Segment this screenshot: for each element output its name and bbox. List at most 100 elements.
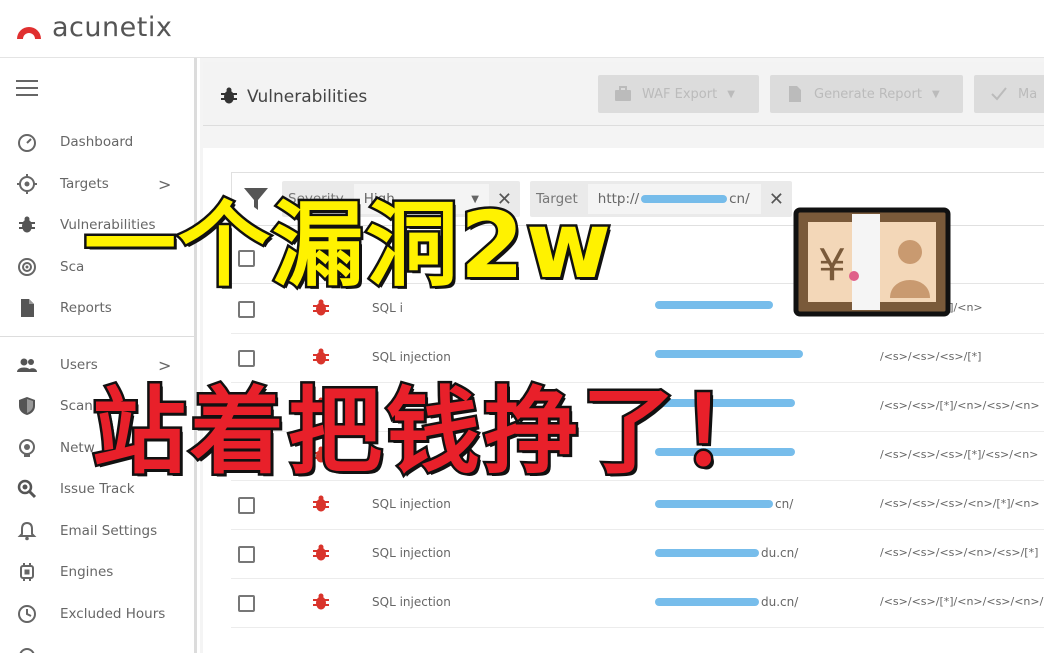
close-icon[interactable]: ✕ — [769, 189, 784, 210]
waf-export-button[interactable]: WAF Export ▼ — [598, 75, 759, 113]
clock-icon — [16, 603, 38, 625]
row-checkbox[interactable] — [238, 448, 255, 465]
sidebar-item-users[interactable]: Users > — [0, 345, 194, 385]
sidebar-divider — [0, 336, 194, 337]
row-checkbox[interactable] — [238, 301, 255, 318]
caret-down-icon: ▼ — [727, 88, 735, 100]
sidebar-item-engines[interactable]: Engines — [0, 552, 194, 592]
network-icon — [16, 437, 38, 459]
vulnerability-path: /<s>/<s>/<s>/<n>/[*]/<n> — [880, 497, 1040, 510]
vulnerability-name: SQL i — [372, 301, 403, 315]
sidebar-item-issue-trackers[interactable]: Issue Track — [0, 469, 194, 509]
table-row[interactable]: /<s>/<s>/<s>/[*]/<s>/<n> — [231, 432, 1044, 481]
vulnerability-name: SQL injection — [372, 350, 451, 364]
bug-icon — [313, 495, 329, 512]
row-checkbox[interactable] — [238, 350, 255, 367]
redaction-bar — [655, 549, 759, 557]
vulnerability-name: SQL injection — [372, 546, 451, 560]
sidebar-item-reports[interactable]: Reports — [0, 288, 194, 328]
row-checkbox[interactable] — [238, 399, 255, 416]
row-checkbox[interactable] — [238, 595, 255, 612]
target-filter-chip[interactable]: Target http:// cn/ ✕ — [530, 181, 792, 217]
vulnerability-path: /<s>/<s>/<s>/[*] — [880, 350, 982, 363]
row-checkbox[interactable] — [238, 497, 255, 514]
bug-icon — [313, 544, 329, 561]
vulnerability-name: SQL injection — [372, 595, 451, 609]
money-banknote-icon: ¥ — [793, 207, 951, 317]
redaction-bar — [655, 350, 803, 358]
shield-icon — [16, 395, 38, 417]
sidebar-item-vulnerabilities[interactable]: Vulnerabilities — [0, 205, 194, 245]
vulnerability-url: du.cn/ — [655, 546, 798, 560]
sidebar-item-targets[interactable]: Targets > — [0, 164, 194, 204]
top-bar: acunetix — [0, 0, 1044, 58]
users-icon — [16, 354, 38, 376]
settings-icon — [16, 645, 38, 653]
redaction-bar — [655, 500, 773, 508]
table-row[interactable]: SQL injection du.cn/ /<s>/<s>/<s>/<n>/<s… — [231, 530, 1044, 579]
sidebar-item-email-settings[interactable]: Email Settings — [0, 511, 194, 551]
caret-down-icon: ▼ — [931, 88, 940, 100]
document-icon — [789, 86, 801, 102]
bug-icon — [313, 397, 329, 414]
severity-select[interactable]: High ▼ — [353, 184, 489, 214]
document-icon — [16, 297, 38, 319]
severity-column-header[interactable]: everity ↓ — [287, 252, 338, 265]
close-icon[interactable]: ✕ — [497, 189, 512, 210]
filter-icon[interactable] — [242, 185, 270, 213]
check-icon — [991, 87, 1007, 101]
sidebar-item-dashboard[interactable]: Dashboard — [0, 122, 194, 162]
chevron-right-icon: > — [158, 355, 172, 375]
select-all-checkbox[interactable] — [238, 250, 255, 267]
sidebar-item-scan-types[interactable]: Scan Ty — [0, 386, 194, 426]
bug-icon — [313, 299, 329, 316]
sidebar-item-scans[interactable]: Sca — [0, 247, 194, 287]
redaction-bar — [655, 399, 795, 407]
table-row[interactable]: /<s>/<s>/[*]/<n>/<s>/<n> — [231, 383, 1044, 432]
sidebar: Dashboard Targets > Vulnerabilities Sca … — [0, 58, 197, 653]
vulnerability-path: /<s>/<s>/<s>/<n>/<s>/[*] — [880, 546, 1039, 559]
redaction-bar — [655, 448, 795, 456]
sidebar-item-excluded-hours[interactable]: Excluded Hours — [0, 594, 194, 634]
gauge-icon — [16, 131, 38, 153]
bug-icon — [16, 214, 38, 236]
radar-icon — [16, 256, 38, 278]
vulnerability-path: /<s>/<s>/<s>/[*]/<s>/<n> — [880, 448, 1039, 461]
bug-icon — [313, 348, 329, 365]
target-value[interactable]: http:// cn/ — [587, 184, 761, 214]
bug-icon — [313, 593, 329, 610]
severity-filter-chip[interactable]: Severity High ▼ ✕ — [282, 181, 520, 217]
sidebar-item-more[interactable] — [0, 636, 194, 653]
brand-name: acunetix — [52, 12, 173, 43]
vulnerability-name: SQL injection — [372, 497, 451, 511]
acunetix-logo-icon — [17, 26, 41, 39]
vulnerability-path: /<s>/<s>/[*]/<n>/<s>/<n> — [880, 399, 1040, 412]
main-panel: Vulnerabilities WAF Export ▼ Generate Re… — [200, 58, 1044, 653]
redaction-bar — [655, 598, 759, 606]
crosshair-icon — [16, 173, 38, 195]
page-title: Vulnerabilities — [247, 87, 368, 107]
chevron-right-icon: > — [158, 174, 172, 194]
table-row[interactable]: SQL injection du.cn/ /<s>/<s>/[*]/<n>/<s… — [231, 579, 1044, 628]
mark-as-button[interactable]: Ma — [974, 75, 1044, 113]
redaction-bar — [655, 301, 773, 309]
generate-report-button[interactable]: Generate Report ▼ — [770, 75, 963, 113]
bug-icon — [313, 446, 329, 463]
vulnerability-url — [655, 448, 797, 456]
vulnerability-url: cn/ — [655, 497, 793, 511]
search-icon — [16, 478, 38, 500]
menu-icon[interactable] — [16, 80, 38, 96]
table-row[interactable]: SQL injection cn/ /<s>/<s>/<s>/<n>/[*]/<… — [231, 481, 1044, 530]
engine-icon — [16, 561, 38, 583]
table-row[interactable]: SQL injection /<s>/<s>/<s>/[*] — [231, 334, 1044, 383]
vulnerability-path: /<s>/<s>/[*]/<n>/<s>/<n>/< — [880, 595, 1044, 608]
vulnerability-url — [655, 399, 797, 407]
row-checkbox[interactable] — [238, 546, 255, 563]
page-header: Vulnerabilities WAF Export ▼ Generate Re… — [203, 62, 1044, 126]
sidebar-item-network[interactable]: Netw — [0, 428, 194, 468]
brand-logo[interactable]: acunetix — [14, 12, 172, 43]
vulnerability-url: du.cn/ — [655, 595, 798, 609]
briefcase-icon — [615, 86, 631, 101]
caret-down-icon: ▼ — [471, 193, 479, 205]
vulnerability-url — [655, 350, 805, 358]
